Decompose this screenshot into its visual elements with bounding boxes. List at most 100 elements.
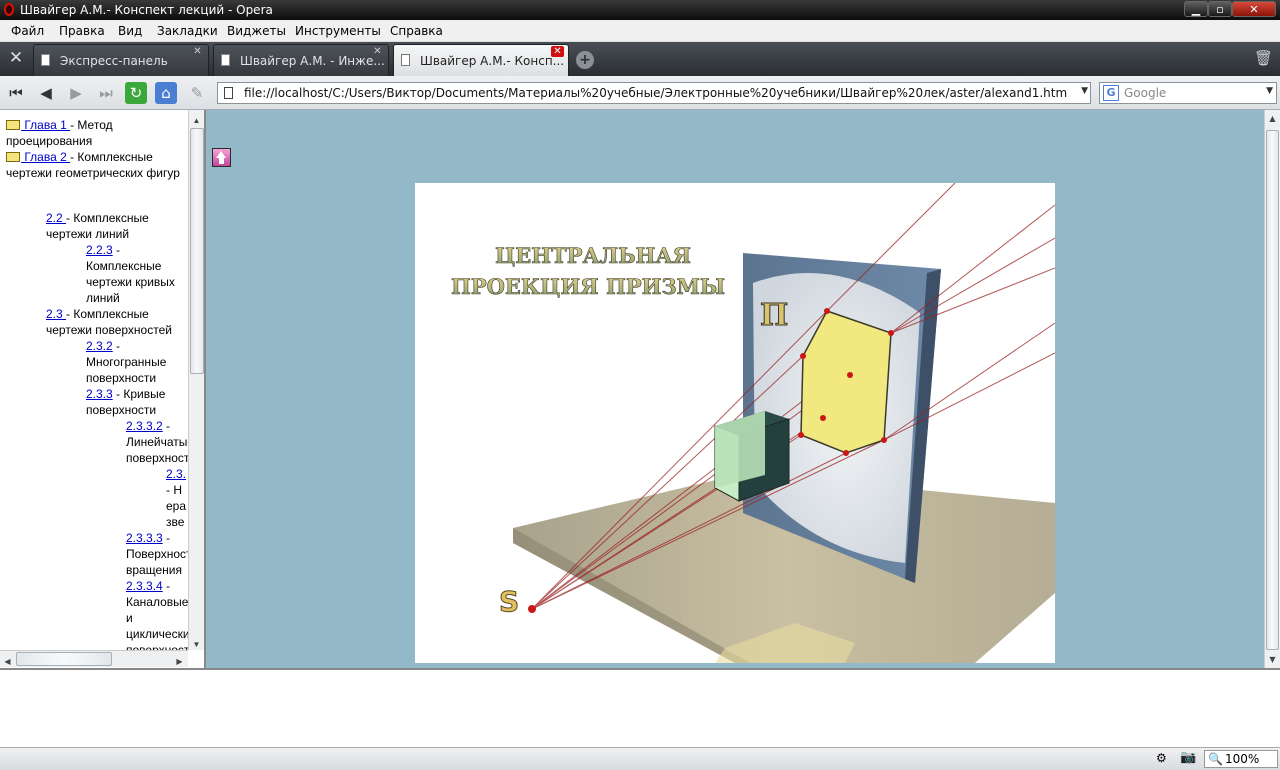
opera-logo-icon: [4, 3, 14, 16]
navigation-bar: ⏮ ◀ ▶ ⏭ ↻ ⌂ ✎ file://localhost/C:/Users/…: [0, 76, 1280, 110]
prism-face: [715, 411, 765, 488]
tab-label: Швайгер А.М. - Инже...: [240, 54, 385, 68]
toc-link-2-3-2[interactable]: 2.3.2: [86, 339, 113, 353]
page-icon: [41, 54, 50, 66]
reload-icon[interactable]: ↻: [125, 82, 147, 104]
folder-icon: [6, 120, 20, 130]
toc-item-2-3-3-2-x: 2.3. - Неразвертываемые поверхности: [166, 466, 188, 530]
zoom-value: 100%: [1225, 752, 1260, 766]
toc-item-2-3-3-3: 2.3.3.3 - Поверхности вращения: [126, 530, 188, 578]
chevron-down-icon[interactable]: ▼: [1081, 86, 1088, 96]
menu-help[interactable]: Справка: [390, 24, 443, 38]
rewind-icon[interactable]: ⏮: [5, 82, 27, 104]
toc-item-ch2: Глава 2 - Комплексные чертежи геометриче…: [6, 149, 186, 181]
page-vertical-scrollbar[interactable]: ▲ ▼: [1264, 110, 1280, 668]
toc-item-2-3-3-4: 2.3.3.4 - Каналовые и циклические поверх…: [126, 578, 188, 650]
scroll-down-icon[interactable]: ▼: [1265, 655, 1280, 664]
toc-link-ch2[interactable]: Глава 2: [21, 150, 70, 164]
close-window-button[interactable]: ✕: [1232, 1, 1276, 17]
menu-widgets[interactable]: Виджеты: [227, 24, 286, 38]
search-placeholder[interactable]: Google: [1124, 86, 1166, 100]
maximize-button[interactable]: ▫: [1208, 1, 1232, 17]
tab-lecture-notes[interactable]: Швайгер А.М.- Консп... ✕: [393, 44, 569, 76]
menu-view[interactable]: Вид: [118, 24, 142, 38]
toc-link-2-3-3-2[interactable]: 2.3.3.2: [126, 419, 163, 433]
tools-panel-icon[interactable]: ✕: [4, 48, 28, 70]
back-icon[interactable]: ◀: [35, 82, 57, 104]
home-icon[interactable]: ⌂: [155, 82, 177, 104]
scroll-up-icon[interactable]: ▲: [189, 113, 204, 129]
toc-item-2-3: 2.3 - Комплексные чертежи поверхностей: [46, 306, 186, 338]
toc-link-2-2[interactable]: 2.2: [46, 211, 66, 225]
status-bar: ⚙ 📷 🔍 100%: [0, 747, 1280, 770]
menu-bar: Файл Правка Вид Закладки Виджеты Инструм…: [0, 20, 1280, 42]
toc-link-2-3[interactable]: 2.3: [46, 307, 66, 321]
toc-item-2-2-3: 2.2.3 - Комплексные чертежи кривых линий: [86, 242, 186, 306]
toc-link-ch1[interactable]: Глава 1: [21, 118, 70, 132]
toc-link-2-2-3[interactable]: 2.2.3: [86, 243, 113, 257]
forward-icon[interactable]: ▶: [65, 82, 87, 104]
up-arrow-stem: [219, 158, 224, 164]
address-field[interactable]: file://localhost/C:/Users/Виктор/Documen…: [217, 82, 1091, 104]
figure-title-line2: ПРОЕКЦИЯ ПРИЗМЫ: [451, 274, 725, 299]
menu-tools[interactable]: Инструменты: [295, 24, 381, 38]
scrollbar-thumb[interactable]: [1266, 130, 1279, 650]
up-arrow-button[interactable]: [212, 148, 231, 167]
prism-projection-svg: ЦЕНТРАЛЬНАЯ ПРОЕКЦИЯ ПРИЗМЫ П S: [451, 182, 1056, 663]
toc-horizontal-scrollbar[interactable]: ◀ ▶: [0, 650, 188, 667]
content-frame: ЦЕНТРАЛЬНАЯ ПРОЕКЦИЯ ПРИЗМЫ П S: [206, 110, 1264, 668]
central-projection-illustration: ЦЕНТРАЛЬНАЯ ПРОЕКЦИЯ ПРИЗМЫ П S: [415, 182, 1056, 663]
scrollbar-thumb[interactable]: [16, 652, 112, 666]
toc-item-2-3-3: 2.3.3 - Кривые поверхности: [86, 386, 186, 418]
turbo-icon[interactable]: ⚙: [1156, 751, 1167, 765]
tab-label: Швайгер А.М.- Консп...: [420, 54, 565, 68]
minimize-button[interactable]: ▁: [1184, 1, 1208, 17]
toc-link-2-3-3-3[interactable]: 2.3.3.3: [126, 531, 163, 545]
zoom-control[interactable]: 🔍 100%: [1204, 750, 1278, 768]
tab-close-icon[interactable]: ✕: [551, 46, 564, 57]
scrollbar-thumb[interactable]: [190, 128, 204, 374]
camera-icon[interactable]: 📷: [1180, 750, 1196, 765]
edit-pen-icon[interactable]: ✎: [186, 82, 208, 104]
toc-link-2-3-3-2-x[interactable]: 2.3.: [166, 467, 186, 481]
toc-vertical-scrollbar[interactable]: ▲ ▼: [188, 110, 204, 653]
center-label: S: [499, 585, 519, 618]
tab-speed-dial[interactable]: Экспресс-панель ✕: [33, 44, 209, 76]
menu-edit[interactable]: Правка: [59, 24, 105, 38]
menu-file[interactable]: Файл: [11, 24, 44, 38]
trash-icon[interactable]: 🗑: [1254, 49, 1273, 69]
scroll-left-icon[interactable]: ◀: [0, 654, 15, 668]
tab-close-icon[interactable]: ✕: [371, 46, 384, 57]
chevron-down-icon[interactable]: ▼: [1266, 86, 1273, 96]
toc-link-2-3-3-4[interactable]: 2.3.3.4: [126, 579, 163, 593]
scroll-up-icon[interactable]: ▲: [1265, 114, 1280, 123]
page-icon: [224, 87, 233, 99]
figure-title-line1: ЦЕНТРАЛЬНАЯ: [495, 243, 691, 268]
fast-forward-icon[interactable]: ⏭: [95, 82, 117, 104]
toc-item-2-3-2: 2.3.2 - Многогранные поверхности: [86, 338, 186, 386]
toc-item-ch1: Глава 1 - Метод проецирования: [6, 117, 186, 149]
scroll-right-icon[interactable]: ▶: [172, 654, 187, 668]
tab-close-icon[interactable]: ✕: [191, 46, 204, 57]
new-tab-icon[interactable]: +: [576, 51, 594, 69]
toc-item-2-2: 2.2 - Комплексные чертежи линий: [46, 210, 186, 242]
window-title-bar: Швайгер А.М.- Конспект лекций - Opera ▁ …: [0, 0, 1280, 20]
window-title: Швайгер А.М.- Конспект лекций - Opera: [20, 3, 273, 17]
menu-bookmarks[interactable]: Закладки: [157, 24, 218, 38]
google-engine-icon[interactable]: G: [1103, 85, 1119, 101]
toc-text: - Неразвертываемые поверхности: [166, 483, 187, 529]
search-field[interactable]: G Google ▼: [1099, 82, 1277, 104]
page-icon: [221, 54, 230, 66]
tab-label: Экспресс-панель: [60, 54, 168, 68]
bottom-frame: [0, 668, 1280, 747]
tab-engineering[interactable]: Швайгер А.М. - Инже... ✕: [213, 44, 389, 76]
up-arrow-icon: [216, 151, 226, 158]
folder-icon: [6, 152, 20, 162]
toc-item-2-3-3-2: 2.3.3.2 - Линейчатые поверхности: [126, 418, 188, 466]
toc-link-2-3-3[interactable]: 2.3.3: [86, 387, 113, 401]
address-url[interactable]: file://localhost/C:/Users/Виктор/Documen…: [244, 86, 1067, 100]
tab-bar: ✕ Экспресс-панель ✕ Швайгер А.М. - Инже.…: [0, 42, 1280, 76]
plane-label: П: [760, 298, 788, 333]
toc-frame: Глава 1 - Метод проецирования Глава 2 - …: [0, 110, 206, 668]
scroll-down-icon[interactable]: ▼: [189, 637, 204, 653]
